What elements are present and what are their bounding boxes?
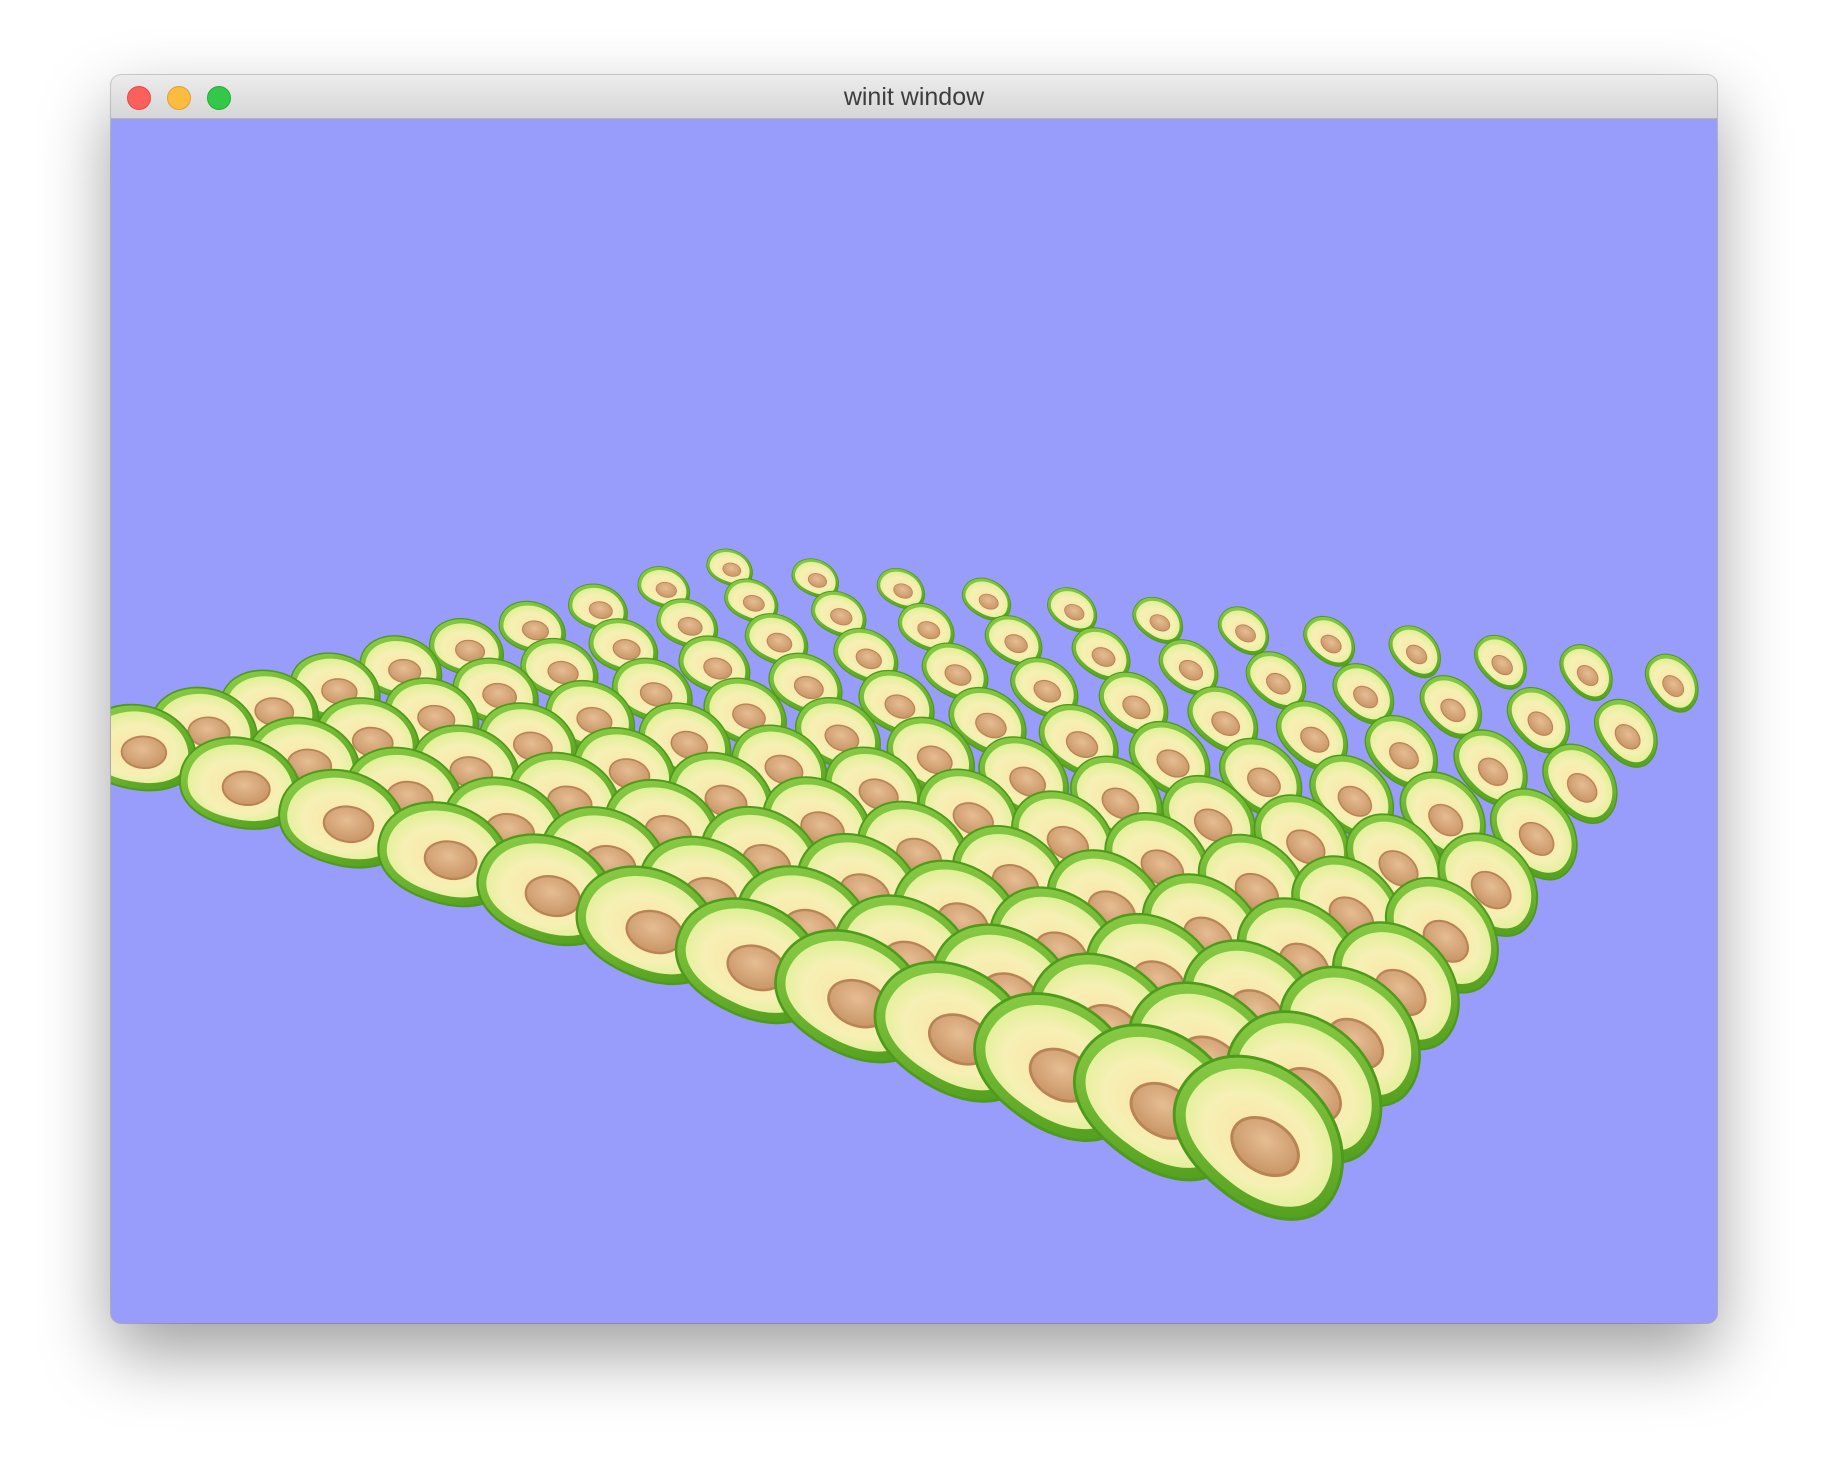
avocado-model [1559,644,1613,701]
avocado-model [1473,634,1527,690]
avocado-scene [111,548,1699,1221]
avocado-model [1644,653,1699,713]
avocado-model [1388,625,1441,679]
title-bar[interactable]: winit window [111,75,1717,119]
window-title: winit window [843,83,985,111]
render-viewport[interactable] [111,119,1717,1323]
app-window: winit window [111,75,1717,1323]
